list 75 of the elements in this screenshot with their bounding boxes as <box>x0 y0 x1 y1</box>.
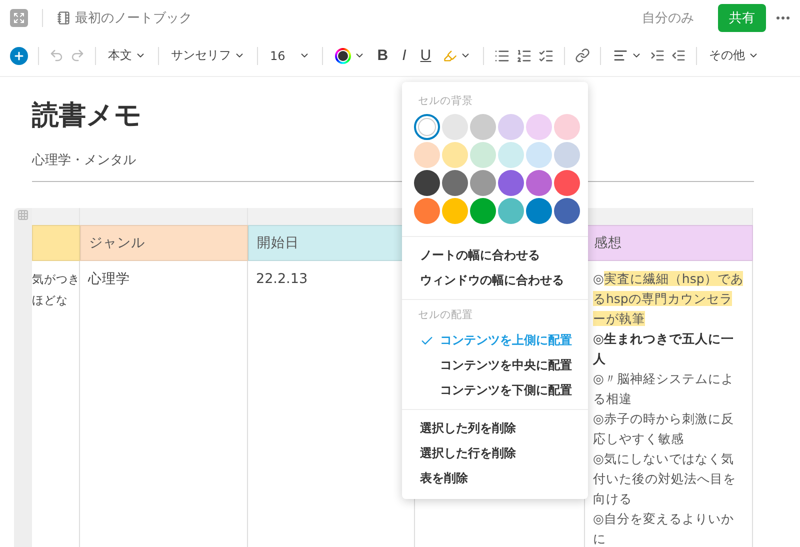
numbered-list-icon <box>516 48 532 64</box>
color-swatch[interactable] <box>442 198 468 224</box>
table-cell[interactable]: 心理学 <box>80 261 248 547</box>
color-swatch[interactable] <box>442 170 468 196</box>
indent-icon <box>650 48 666 63</box>
column-header[interactable]: ジャンル <box>80 225 248 261</box>
link-icon <box>575 48 590 63</box>
visibility-label[interactable]: 自分のみ <box>642 8 694 26</box>
add-button[interactable] <box>10 46 28 64</box>
expand-button[interactable] <box>10 8 28 26</box>
menu-heading: セルの配置 <box>417 308 474 322</box>
color-swatch[interactable] <box>498 198 524 224</box>
format-button[interactable]: I <box>398 47 410 64</box>
indent-button[interactable] <box>650 48 666 63</box>
menu-item[interactable]: ウィンドウの幅に合わせる <box>402 268 588 293</box>
bullet-list-icon <box>494 48 510 64</box>
redo-button[interactable] <box>70 48 85 63</box>
checklist-icon <box>538 48 554 64</box>
color-swatch[interactable] <box>498 170 524 196</box>
color-swatch[interactable] <box>470 198 496 224</box>
color-swatch[interactable] <box>498 114 524 140</box>
color-swatch[interactable] <box>414 198 440 224</box>
color-swatch[interactable] <box>470 114 496 140</box>
color-swatch[interactable] <box>526 114 552 140</box>
more-dropdown[interactable]: その他 <box>707 47 762 64</box>
checklist-button[interactable] <box>538 48 554 64</box>
paragraph-style-dropdown[interactable]: 本文 <box>106 47 148 64</box>
color-swatch[interactable] <box>498 142 524 168</box>
color-swatch[interactable] <box>554 114 580 140</box>
align-icon <box>613 48 628 63</box>
outdent-button[interactable] <box>671 48 686 63</box>
grip-icon <box>18 210 28 220</box>
undo-icon <box>49 48 64 63</box>
format-button[interactable]: B <box>373 47 392 64</box>
table-cell[interactable]: 気がつき ほどな <box>32 261 80 547</box>
font-size-dropdown[interactable]: 16 <box>268 48 312 62</box>
color-swatch[interactable] <box>526 170 552 196</box>
note-subtitle: 心理学・メンタル <box>32 153 136 168</box>
color-swatch[interactable] <box>470 142 496 168</box>
color-swatch[interactable] <box>470 170 496 196</box>
menu-heading: セルの背景 <box>417 94 474 108</box>
redo-icon <box>70 48 85 63</box>
column-header[interactable]: 感想 <box>585 225 753 261</box>
expand-icon <box>13 12 25 24</box>
numbered-list-button[interactable] <box>516 48 532 64</box>
color-swatch[interactable] <box>414 142 440 168</box>
bullet-list-button[interactable] <box>494 48 510 64</box>
menu-item[interactable]: コンテンツを中央に配置 <box>402 353 588 378</box>
color-swatch[interactable] <box>526 142 552 168</box>
format-button[interactable]: U <box>416 47 436 64</box>
color-swatch[interactable] <box>554 142 580 168</box>
color-swatch[interactable] <box>442 114 468 140</box>
font-dropdown[interactable]: サンセリフ <box>169 47 247 64</box>
color-swatch[interactable] <box>442 142 468 168</box>
plus-icon <box>13 50 25 62</box>
link-button[interactable] <box>575 48 590 63</box>
highlighter-icon <box>443 48 458 62</box>
color-wheel-icon <box>335 48 352 64</box>
menu-item[interactable]: コンテンツを下側に配置 <box>402 378 588 403</box>
note-title: 読書メモ <box>32 99 142 133</box>
more-button[interactable] <box>776 16 790 20</box>
color-swatch[interactable] <box>414 170 440 196</box>
menu-item[interactable]: 選択した行を削除 <box>402 441 588 466</box>
outdent-icon <box>671 48 686 63</box>
menu-item[interactable]: 表を削除 <box>402 466 588 491</box>
table-handle[interactable] <box>14 208 32 547</box>
notebook-icon <box>57 10 71 24</box>
notebook-link[interactable]: 最初のノートブック <box>57 8 192 26</box>
color-swatch[interactable] <box>554 198 580 224</box>
color-swatch[interactable] <box>526 198 552 224</box>
color-swatch[interactable] <box>554 170 580 196</box>
more-icon <box>776 16 790 20</box>
undo-button[interactable] <box>49 48 64 63</box>
menu-item[interactable]: 選択した列を削除 <box>402 416 588 441</box>
color-swatch[interactable] <box>414 114 440 140</box>
